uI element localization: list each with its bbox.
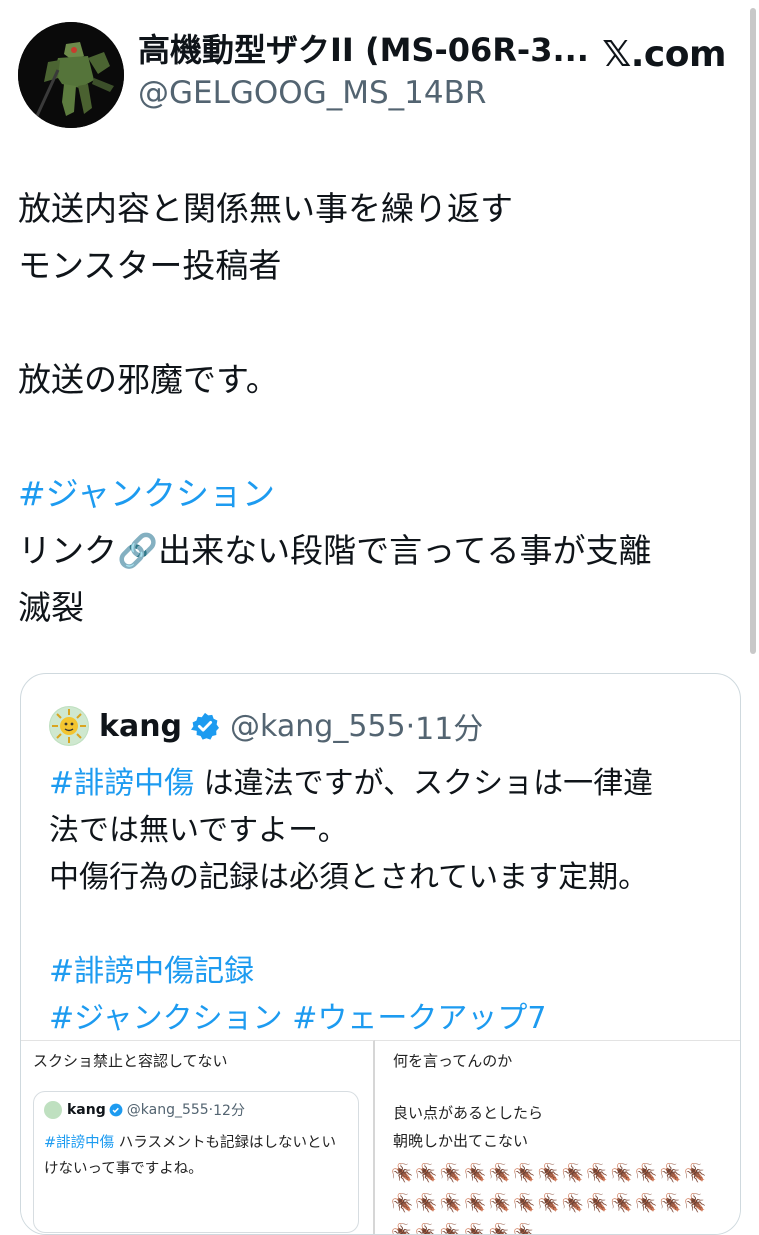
embedded-tweet-text: #誹謗中傷 ハラスメントも記録はしないとい けないって事ですよね。 bbox=[44, 1130, 336, 1182]
hashtag-junction[interactable]: #ジャンクション bbox=[49, 1001, 283, 1036]
quoted-post-text: #誹謗中傷 は違法ですが、スクショは一律違 法では無いですよー。 中傷行為の記録… bbox=[49, 760, 729, 1042]
quoted-author-handle[interactable]: @kang_555 bbox=[230, 709, 406, 744]
cockroach-emoji-grid: 🪳🪳🪳🪳🪳🪳🪳🪳🪳🪳🪳🪳🪳🪳🪳🪳🪳🪳🪳🪳🪳🪳🪳🪳🪳🪳🪳🪳🪳🪳🪳🪳 bbox=[391, 1163, 709, 1235]
embedded-hashtag: #誹謗中傷 bbox=[44, 1135, 115, 1151]
x-com-logo: 𝕏.com bbox=[602, 34, 726, 75]
post-line-1: 放送内容と関係無い事を繰り返す bbox=[18, 189, 513, 228]
post-line-8: 滅裂 bbox=[18, 588, 84, 627]
embedded-avatar bbox=[44, 1101, 62, 1119]
quoted-line-1-rest: は違法ですが、スクショは一律違 bbox=[194, 766, 654, 801]
quoted-author-avatar[interactable] bbox=[49, 706, 89, 746]
hashtag-slander-record[interactable]: #誹謗中傷記録 bbox=[49, 948, 729, 995]
embedded-tweet-card: kang @kang_555 · 12分 #誹謗中傷 ハラスメントも記録はしない… bbox=[33, 1091, 359, 1233]
post-line-7-part-b: 出来ない段階で言ってる事が支離 bbox=[158, 531, 652, 570]
scrollbar[interactable] bbox=[750, 8, 756, 654]
post-line-7: リンク🔗出来ない段階で言ってる事が支離 bbox=[18, 522, 738, 579]
embedded-time: 12分 bbox=[213, 1103, 245, 1119]
quoted-line-2: 法では無いですよー。 bbox=[49, 813, 348, 848]
quoted-post-card[interactable]: kang @kang_555 · 11分 #誹謗中傷 は違法ですが、スクショは一… bbox=[20, 673, 741, 1235]
post-hashtag-junction[interactable]: #ジャンクション bbox=[18, 465, 738, 522]
author-handle[interactable]: @GELGOOG_MS_14BR bbox=[138, 72, 608, 114]
embedded-line-1-rest: ハラスメントも記録はしないとい bbox=[114, 1135, 336, 1151]
embedded-tweet-header: kang @kang_555 · 12分 bbox=[44, 1100, 245, 1120]
mecha-robot-icon bbox=[18, 22, 124, 128]
post-line-2: モンスター投稿者 bbox=[18, 246, 282, 285]
right-image-line-3: 朝晩しか出てこない bbox=[393, 1132, 529, 1150]
post-text: 放送内容と関係無い事を繰り返す モンスター投稿者 放送の邪魔です。 #ジャンクシ… bbox=[18, 180, 738, 636]
meta-separator: · bbox=[405, 708, 416, 744]
quoted-post-header: kang @kang_555 · 11分 bbox=[49, 704, 483, 748]
attached-image-left[interactable]: スクショ禁止と容認してない kang @kang_555 · 12分 #誹謗中傷… bbox=[21, 1040, 375, 1234]
hashtag-wakeup7[interactable]: #ウェークアップ7 bbox=[292, 1001, 546, 1036]
post-header: 高機動型ザクII (MS-06R-3... @GELGOOG_MS_14BR 𝕏… bbox=[18, 18, 738, 128]
left-image-caption: スクショ禁止と容認してない bbox=[33, 1052, 228, 1070]
verified-badge-icon bbox=[109, 1103, 123, 1117]
quoted-post-time[interactable]: 11分 bbox=[415, 704, 483, 748]
author-names: 高機動型ザクII (MS-06R-3... @GELGOOG_MS_14BR bbox=[138, 30, 608, 114]
embedded-author-name: kang bbox=[67, 1102, 106, 1118]
quoted-blank-line bbox=[49, 901, 729, 948]
quoted-author-name[interactable]: kang bbox=[99, 709, 182, 744]
quoted-line-3: 中傷行為の記録は必須とされています定期。 bbox=[49, 860, 649, 895]
post-line-7-part-a: リンク bbox=[18, 531, 117, 570]
embedded-line-1: #誹謗中傷 ハラスメントも記録はしないとい bbox=[44, 1130, 336, 1156]
verified-badge-icon bbox=[191, 712, 220, 740]
quoted-hashtag-row: #ジャンクション #ウェークアップ7 bbox=[49, 995, 729, 1042]
right-image-line-2: 良い点があるとしたら bbox=[393, 1104, 544, 1122]
link-emoji-icon: 🔗 bbox=[117, 531, 159, 570]
embedded-handle: @kang_555 bbox=[126, 1102, 209, 1118]
quoted-line-1: #誹謗中傷 は違法ですが、スクショは一律違 bbox=[49, 760, 729, 807]
author-avatar[interactable] bbox=[18, 22, 124, 128]
embedded-line-2: けないって事ですよね。 bbox=[44, 1161, 203, 1177]
hashtag-slander[interactable]: #誹謗中傷 bbox=[49, 766, 194, 801]
author-display-name[interactable]: 高機動型ザクII (MS-06R-3... bbox=[138, 30, 608, 70]
post-line-4: 放送の邪魔です。 bbox=[18, 360, 279, 399]
attached-image-right[interactable]: 何を言ってんのか 良い点があるとしたら 朝晩しか出てこない 🪳🪳🪳🪳🪳🪳🪳🪳🪳🪳… bbox=[375, 1040, 740, 1235]
right-image-line-1: 何を言ってんのか bbox=[393, 1052, 513, 1070]
sun-face-icon bbox=[50, 707, 88, 745]
